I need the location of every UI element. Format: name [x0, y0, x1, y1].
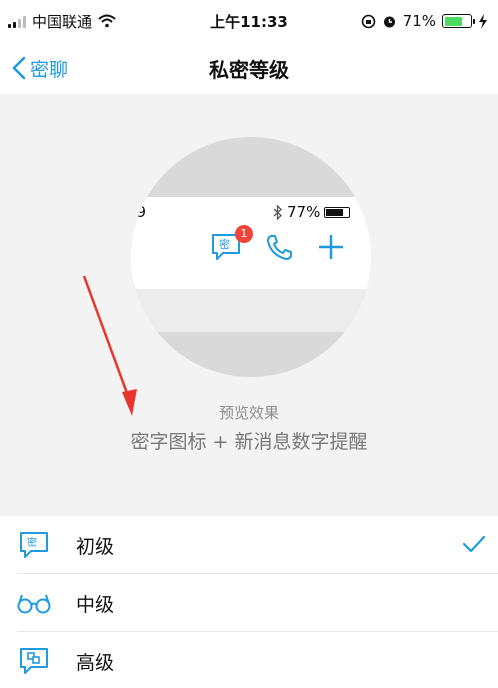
- wifi-icon: [98, 14, 116, 28]
- preview-area: 59 77% 密 1 预览效果 密字图标 + 新消息数字提醒: [0, 94, 498, 516]
- battery-fill: [444, 16, 463, 26]
- preview-phone-mock: 59 77% 密 1: [131, 197, 371, 289]
- preview-list-placeholder: [131, 332, 349, 377]
- back-button[interactable]: 密聊: [12, 42, 68, 94]
- signal-icon: [8, 15, 26, 28]
- status-left: 中国联通: [8, 11, 116, 32]
- option-advanced-label: 高级: [76, 651, 115, 674]
- option-advanced[interactable]: 高级: [0, 632, 498, 688]
- rotation-lock-icon: [361, 14, 375, 28]
- level-options-list: 密 初级 中级 高级: [0, 516, 498, 688]
- bluetooth-icon: [273, 204, 282, 220]
- option-medium-label: 中级: [76, 593, 115, 616]
- preview-circle: 59 77% 密 1: [131, 137, 371, 377]
- option-basic[interactable]: 密 初级: [0, 516, 498, 574]
- glasses-icon: [17, 594, 51, 614]
- preview-battery-percent: 77%: [287, 203, 321, 221]
- preview-secret-char: 密: [219, 238, 230, 251]
- back-label: 密聊: [30, 58, 69, 81]
- status-right: 71%: [361, 12, 488, 30]
- preview-toolbar: 密 1: [211, 225, 345, 261]
- carrier-label: 中国联通: [32, 12, 93, 31]
- preview-secret-chat: 密 1: [211, 225, 253, 261]
- preview-battery-icon: [324, 206, 351, 218]
- battery-percent: 71%: [402, 12, 436, 30]
- option-medium[interactable]: 中级: [0, 574, 498, 632]
- plus-icon: [319, 235, 343, 259]
- alarm-icon: [383, 16, 395, 27]
- preview-top-band: [131, 137, 371, 197]
- page-title: 私密等级: [209, 57, 289, 82]
- svg-text:密: 密: [27, 536, 37, 549]
- preview-time: 59: [131, 203, 147, 221]
- preview-description: 密字图标 + 新消息数字提醒: [130, 431, 368, 453]
- square-chat-icon: [20, 648, 48, 674]
- status-bar: 中国联通 上午11:33 71%: [0, 0, 498, 42]
- charging-icon: [479, 13, 487, 29]
- option-basic-label: 初级: [76, 535, 115, 558]
- unread-badge: 1: [235, 225, 253, 243]
- preview-label: 预览效果: [218, 404, 279, 422]
- preview-status-right: 77%: [273, 203, 351, 221]
- chevron-left-icon: [12, 56, 26, 80]
- nav-bar: 密聊 私密等级: [0, 42, 498, 94]
- checkmark-icon: [462, 535, 486, 553]
- secret-chat-icon: 密: [20, 532, 48, 558]
- battery-icon: [442, 14, 475, 28]
- phone-icon: [267, 235, 292, 260]
